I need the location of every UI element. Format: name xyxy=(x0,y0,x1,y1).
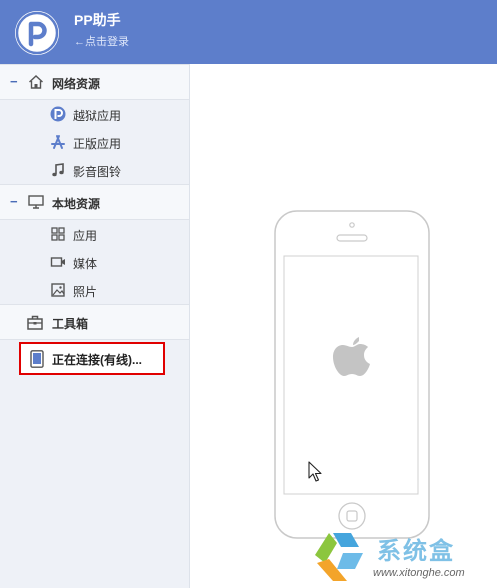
sidebar-item-jailbreak-apps[interactable]: 越狱应用 xyxy=(0,100,189,128)
login-link[interactable]: ←点击登录 xyxy=(74,33,129,49)
main-panel xyxy=(191,64,497,588)
pp-logo[interactable] xyxy=(15,11,59,55)
video-icon xyxy=(50,257,65,267)
mouse-cursor-icon xyxy=(308,461,322,482)
device-connecting-item[interactable]: 正在连接(有线)... xyxy=(19,342,165,375)
sidebar-item-genuine-apps[interactable]: 正版应用 xyxy=(0,128,189,156)
sidebar-item-label: 媒体 xyxy=(73,257,98,271)
sidebar-item-apps[interactable]: 应用 xyxy=(0,220,189,248)
phone-icon xyxy=(30,350,44,368)
home-icon xyxy=(29,75,43,89)
monitor-icon xyxy=(28,195,44,209)
collapse-icon[interactable]: − xyxy=(10,194,18,209)
iphone-outline xyxy=(274,210,430,539)
grid-icon xyxy=(51,227,65,241)
app-store-icon xyxy=(51,135,65,149)
sidebar-item-media-ringtones[interactable]: 影音图铃 xyxy=(0,156,189,184)
pp-logo-icon xyxy=(15,11,59,55)
sidebar-item-media[interactable]: 媒体 xyxy=(0,248,189,276)
section-local-resources[interactable]: − 本地资源 xyxy=(0,184,189,220)
sidebar-item-label: 照片 xyxy=(73,285,98,299)
device-status-label: 正在连接(有线)... xyxy=(52,353,142,367)
toolbox-icon xyxy=(27,315,43,330)
sidebar-item-toolbox[interactable]: 工具箱 xyxy=(0,304,189,340)
sidebar-item-label: 应用 xyxy=(73,229,98,243)
sidebar-item-label: 影音图铃 xyxy=(73,165,122,179)
section-label: 本地资源 xyxy=(52,197,101,211)
sidebar-item-photos[interactable]: 照片 xyxy=(0,276,189,304)
photo-icon xyxy=(51,283,65,297)
watermark-url: www.xitonghe.com xyxy=(373,567,465,579)
watermark-title: 系统盒 xyxy=(377,538,455,565)
section-network-resources[interactable]: − 网络资源 xyxy=(0,64,189,100)
section-label: 网络资源 xyxy=(52,77,101,91)
app-title: PP助手 xyxy=(74,12,121,28)
app-header: PP助手 ←点击登录 xyxy=(0,0,497,64)
sidebar-item-label: 越狱应用 xyxy=(73,109,122,123)
watermark: 系统盒 www.xitonghe.com xyxy=(303,527,497,588)
collapse-icon[interactable]: − xyxy=(10,74,18,89)
sidebar-item-label: 工具箱 xyxy=(52,317,89,331)
music-note-icon xyxy=(52,163,64,177)
watermark-logo-icon xyxy=(315,533,363,581)
pp-logo-icon xyxy=(50,106,66,122)
sidebar-item-label: 正版应用 xyxy=(73,137,122,151)
sidebar: − 网络资源 越狱应用 正版应用 影音图铃 − 本地资源 应用 媒体 照片 工具… xyxy=(0,64,190,588)
